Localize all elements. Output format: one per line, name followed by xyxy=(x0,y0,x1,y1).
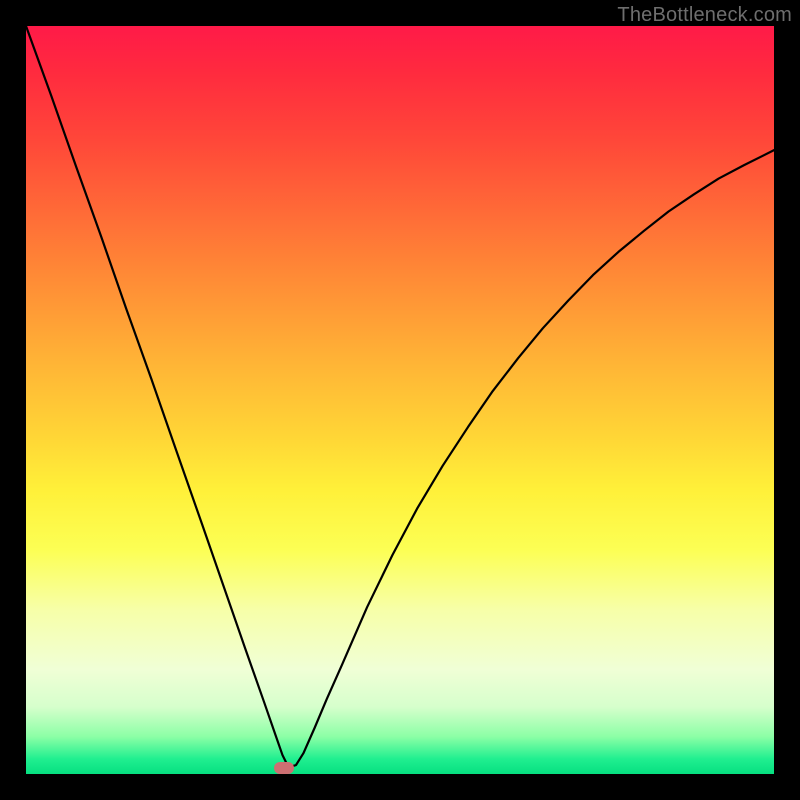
bottleneck-curve xyxy=(26,26,774,767)
optimal-point-marker xyxy=(274,762,294,774)
watermark-text: TheBottleneck.com xyxy=(617,4,792,27)
chart-frame: TheBottleneck.com xyxy=(0,0,800,800)
plot-area xyxy=(26,26,774,774)
curve-layer xyxy=(26,26,774,774)
